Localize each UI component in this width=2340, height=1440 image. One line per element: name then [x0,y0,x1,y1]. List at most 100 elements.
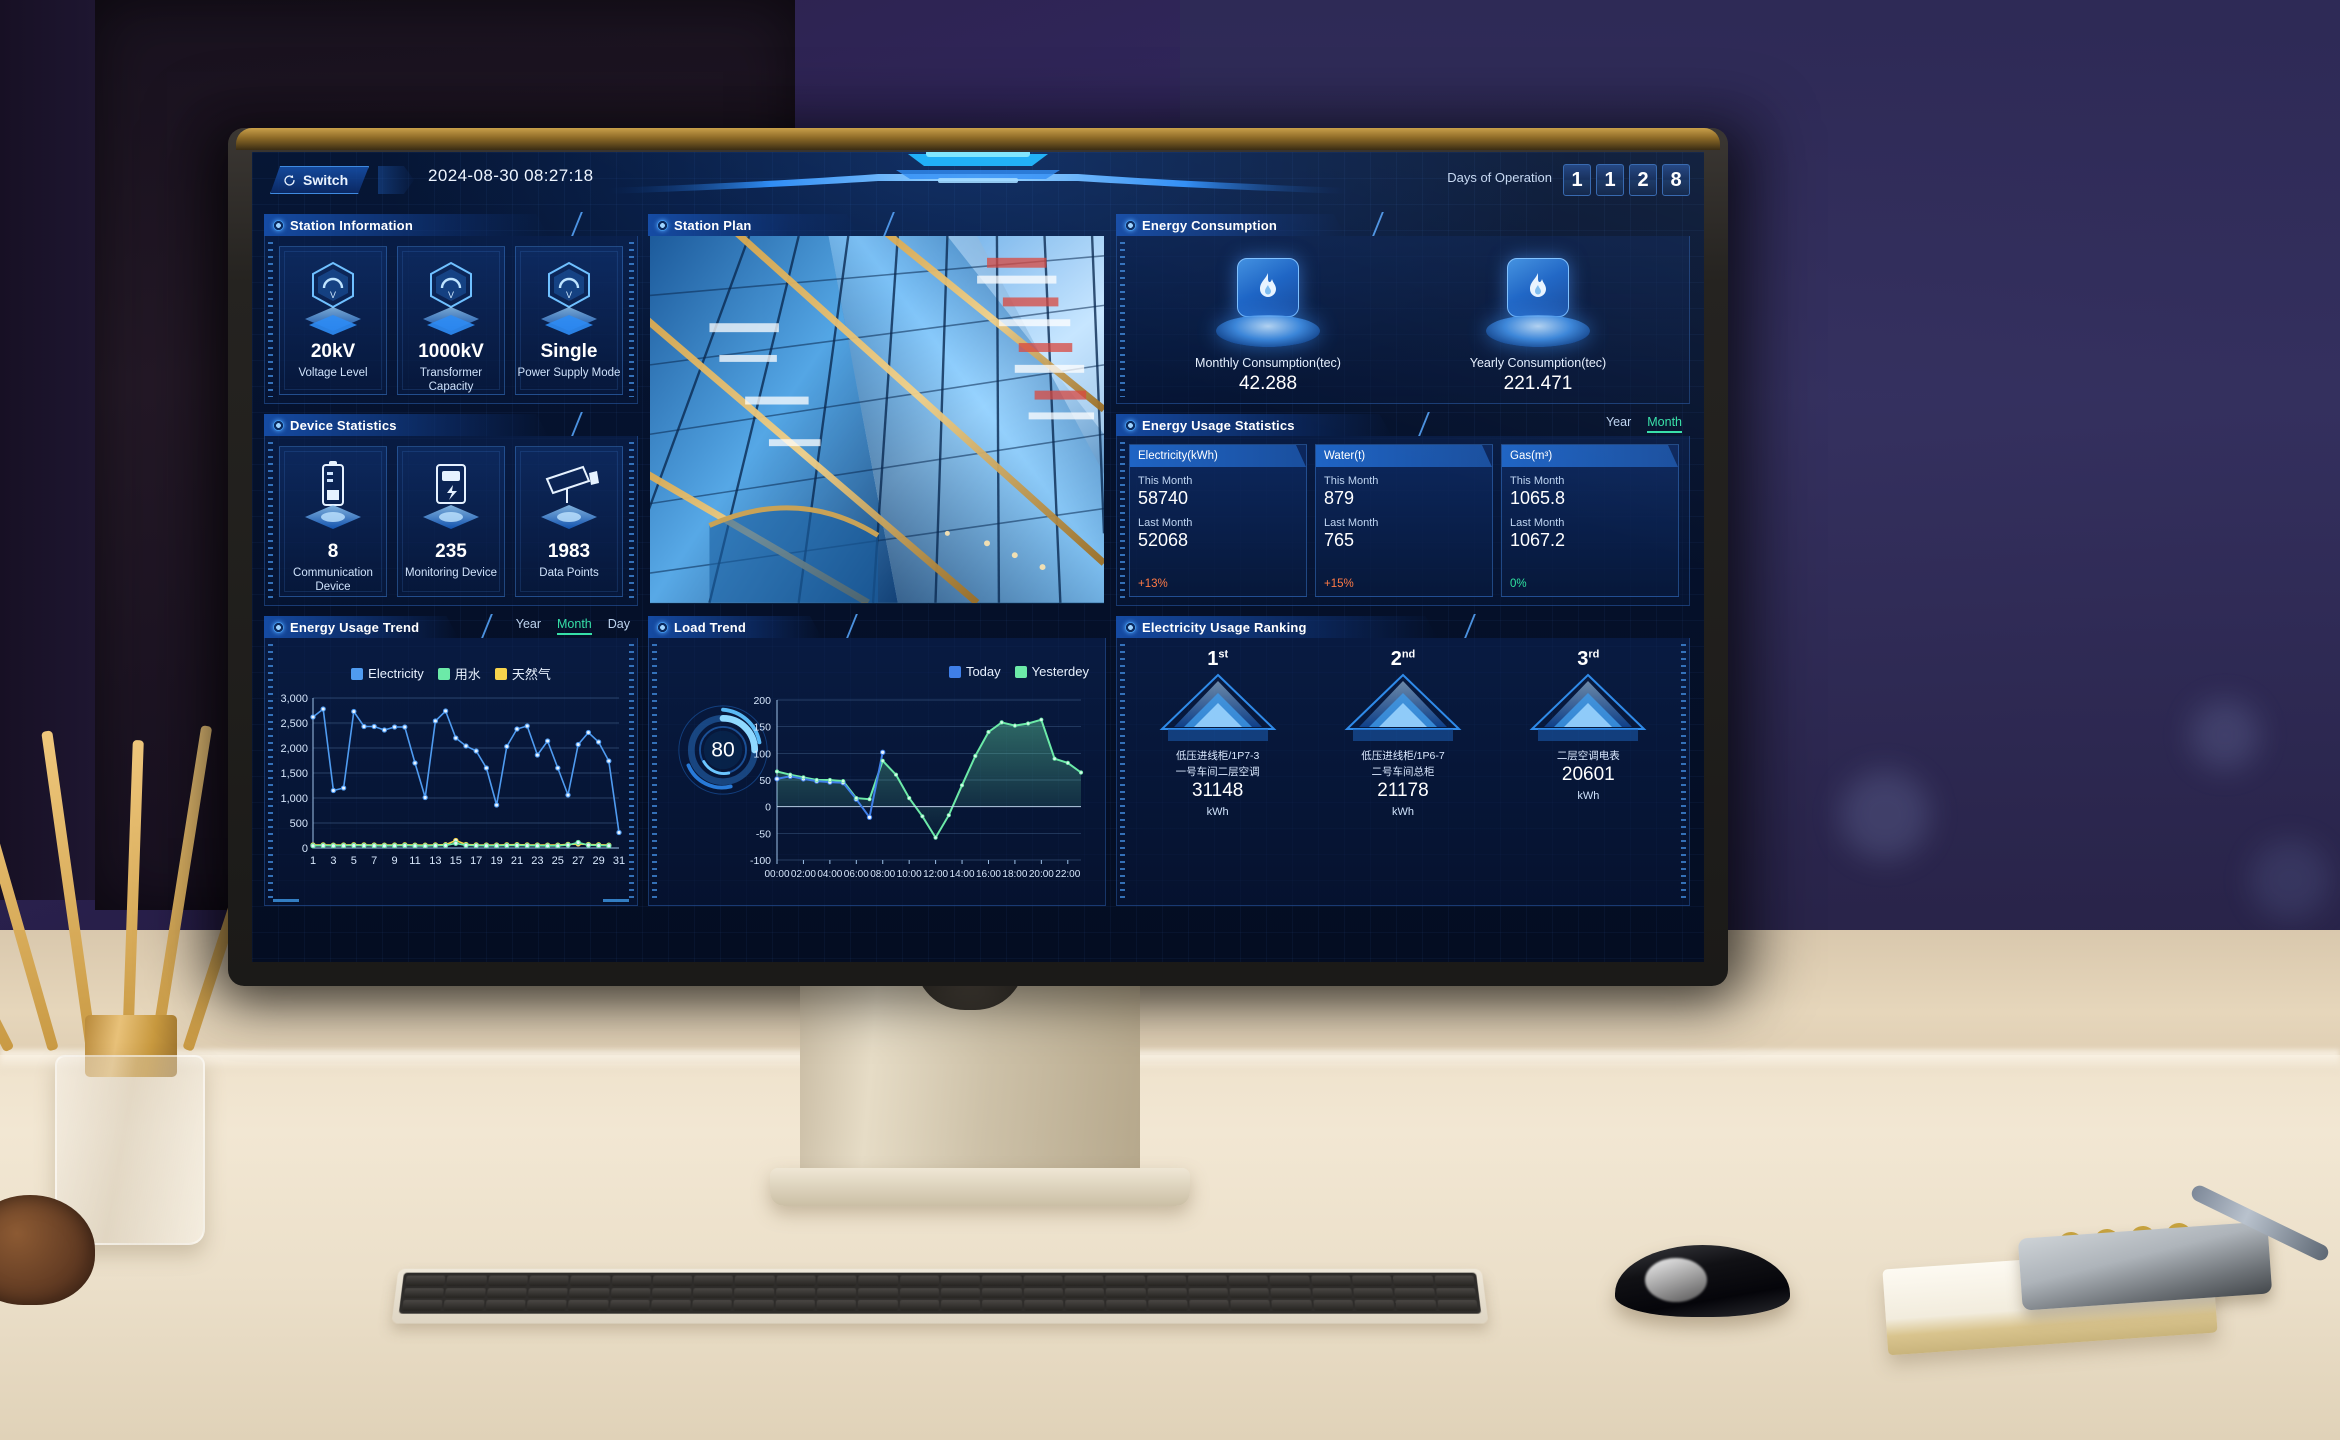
energy-usage-card[interactable]: Water(t) This Month 879 Last Month 765 +15% [1315,444,1493,597]
station-info-card[interactable]: V 1000kV Transformer Capacity [397,246,505,395]
tab-day[interactable]: Day [608,617,630,635]
keyboard-key[interactable] [403,1287,445,1299]
keyboard-key[interactable] [1269,1275,1310,1286]
energy-usage-trend-chart[interactable]: 05001,0001,5002,0002,5003,0001 3 5 7 9 11 13 15… [265,688,639,884]
keyboard-key[interactable] [446,1275,487,1286]
keyboard-key[interactable] [858,1287,898,1299]
ranking-item[interactable]: 2nd 低压进线柜/1P6-7 二号车间总柜 21178 kWh [1310,648,1495,901]
tab-month[interactable]: Month [557,617,592,635]
keyboard-key[interactable] [775,1287,816,1299]
keyboard-key[interactable] [528,1275,570,1286]
keyboard-key[interactable] [1023,1275,1063,1286]
keyboard-key[interactable] [1352,1275,1393,1286]
device-stat-card[interactable]: 1983 Data Points [515,446,623,597]
keyboard-key[interactable] [1312,1287,1353,1299]
keyboard-key[interactable] [443,1300,485,1311]
keyboard-key[interactable] [1393,1275,1434,1286]
keyboard-key[interactable] [982,1287,1022,1299]
keyboard-key[interactable] [487,1275,528,1286]
keyboard-key[interactable] [1064,1287,1105,1299]
station-plan-image[interactable] [650,236,1104,604]
keyboard-key[interactable] [1229,1287,1270,1299]
tab-year[interactable]: Year [1606,415,1631,433]
keyboard-key[interactable] [1354,1300,1395,1311]
keyboard-key[interactable] [1228,1275,1269,1286]
keyboard-key[interactable] [858,1275,898,1286]
keyboard-key[interactable] [733,1300,774,1311]
keyboard-key[interactable] [982,1275,1022,1286]
keyboard-key[interactable] [1065,1300,1105,1311]
keyboard-key[interactable] [567,1300,609,1311]
station-info-card[interactable]: V Single Power Supply Mode [515,246,623,395]
keyboard-key[interactable] [940,1287,981,1299]
keyboard-key[interactable] [816,1287,857,1299]
keyboard-key[interactable] [526,1300,567,1311]
keyboard-key[interactable] [1147,1300,1188,1311]
keyboard-key[interactable] [486,1287,527,1299]
keyboard-key[interactable] [775,1300,815,1311]
keyboard-key[interactable] [569,1287,610,1299]
keyboard-key[interactable] [485,1300,526,1311]
keyboard-key[interactable] [1310,1275,1352,1286]
keyboard-key[interactable] [405,1275,446,1286]
keyboard-key[interactable] [858,1300,898,1311]
keyboard-key[interactable] [1271,1300,1313,1311]
energy-consumption-item[interactable]: Yearly Consumption(tec) 221.471 [1403,258,1673,395]
keyboard-key[interactable] [402,1300,443,1311]
keyboard-key[interactable] [445,1287,486,1299]
keyboard-key[interactable] [982,1300,1022,1311]
keyboard-key[interactable] [1437,1300,1478,1311]
legend-item[interactable]: Yesterdey [1014,664,1089,679]
keyboard-key[interactable] [1187,1275,1228,1286]
keyboard-key[interactable] [1105,1287,1146,1299]
keyboard-key[interactable] [899,1275,940,1286]
keyboard-key[interactable] [692,1300,733,1311]
keyboard-key[interactable] [611,1275,652,1286]
keyboard-key[interactable] [817,1275,857,1286]
keyboard-key[interactable] [899,1287,940,1299]
keyboard-key[interactable] [1188,1287,1229,1299]
keyboard-key[interactable] [776,1275,816,1286]
keyboard-key[interactable] [816,1300,857,1311]
keyboard-key[interactable] [1105,1275,1146,1286]
keyboard-key[interactable] [693,1275,734,1286]
energy-consumption-item[interactable]: Monthly Consumption(tec) 42.288 [1133,258,1403,395]
legend-item[interactable]: Electricity [351,664,424,683]
keyboard-key[interactable] [1230,1300,1271,1311]
keyboard-key[interactable] [570,1275,611,1286]
load-trend-chart[interactable]: -100 -50 0 50 100 150 200 00:00 02:00 04:00 06:00 0… [649,690,1107,905]
keyboard-key[interactable] [610,1287,651,1299]
station-info-card[interactable]: V 20kV Voltage Level [279,246,387,395]
tab-month[interactable]: Month [1647,415,1682,433]
keyboard-key[interactable] [1189,1300,1230,1311]
keyboard-key[interactable] [527,1287,568,1299]
keyboard-key[interactable] [899,1300,939,1311]
keyboard-key[interactable] [609,1300,650,1311]
keyboard-key[interactable] [941,1300,981,1311]
keyboard-key[interactable] [693,1287,733,1299]
keyboard[interactable] [391,1268,1489,1324]
device-stat-card[interactable]: 235 Monitoring Device [397,446,505,597]
keyboard-key[interactable] [1435,1287,1477,1299]
legend-item[interactable]: 天然气 [494,664,551,683]
energy-usage-card[interactable]: Electricity(kWh) This Month 58740 Last Mont… [1129,444,1307,597]
keyboard-key[interactable] [734,1275,775,1286]
ranking-item[interactable]: 1st 低压进线柜/1P7-3 一号车间二层空调 31148 kWh [1125,648,1310,901]
keyboard-key[interactable] [1270,1287,1311,1299]
keyboard-key[interactable] [1023,1300,1064,1311]
keyboard-key[interactable] [734,1287,775,1299]
keyboard-key[interactable] [1394,1287,1435,1299]
keyboard-key[interactable] [940,1275,981,1286]
device-stat-card[interactable]: 8 Communication Device [279,446,387,597]
ranking-item[interactable]: 3rd 二层空调电表 20601 kWh [1496,648,1681,901]
keyboard-key[interactable] [1395,1300,1437,1311]
keyboard-key[interactable] [651,1287,692,1299]
tab-year[interactable]: Year [516,617,541,635]
keyboard-keys[interactable] [398,1272,1482,1314]
keyboard-key[interactable] [1106,1300,1147,1311]
legend-item[interactable]: Today [948,664,1001,679]
keyboard-key[interactable] [1146,1275,1187,1286]
keyboard-key[interactable] [1434,1275,1475,1286]
dashboard-screen[interactable]: Switch 2024-08-30 08:27:18 Days of Opera… [252,152,1704,962]
keyboard-key[interactable] [1064,1275,1104,1286]
